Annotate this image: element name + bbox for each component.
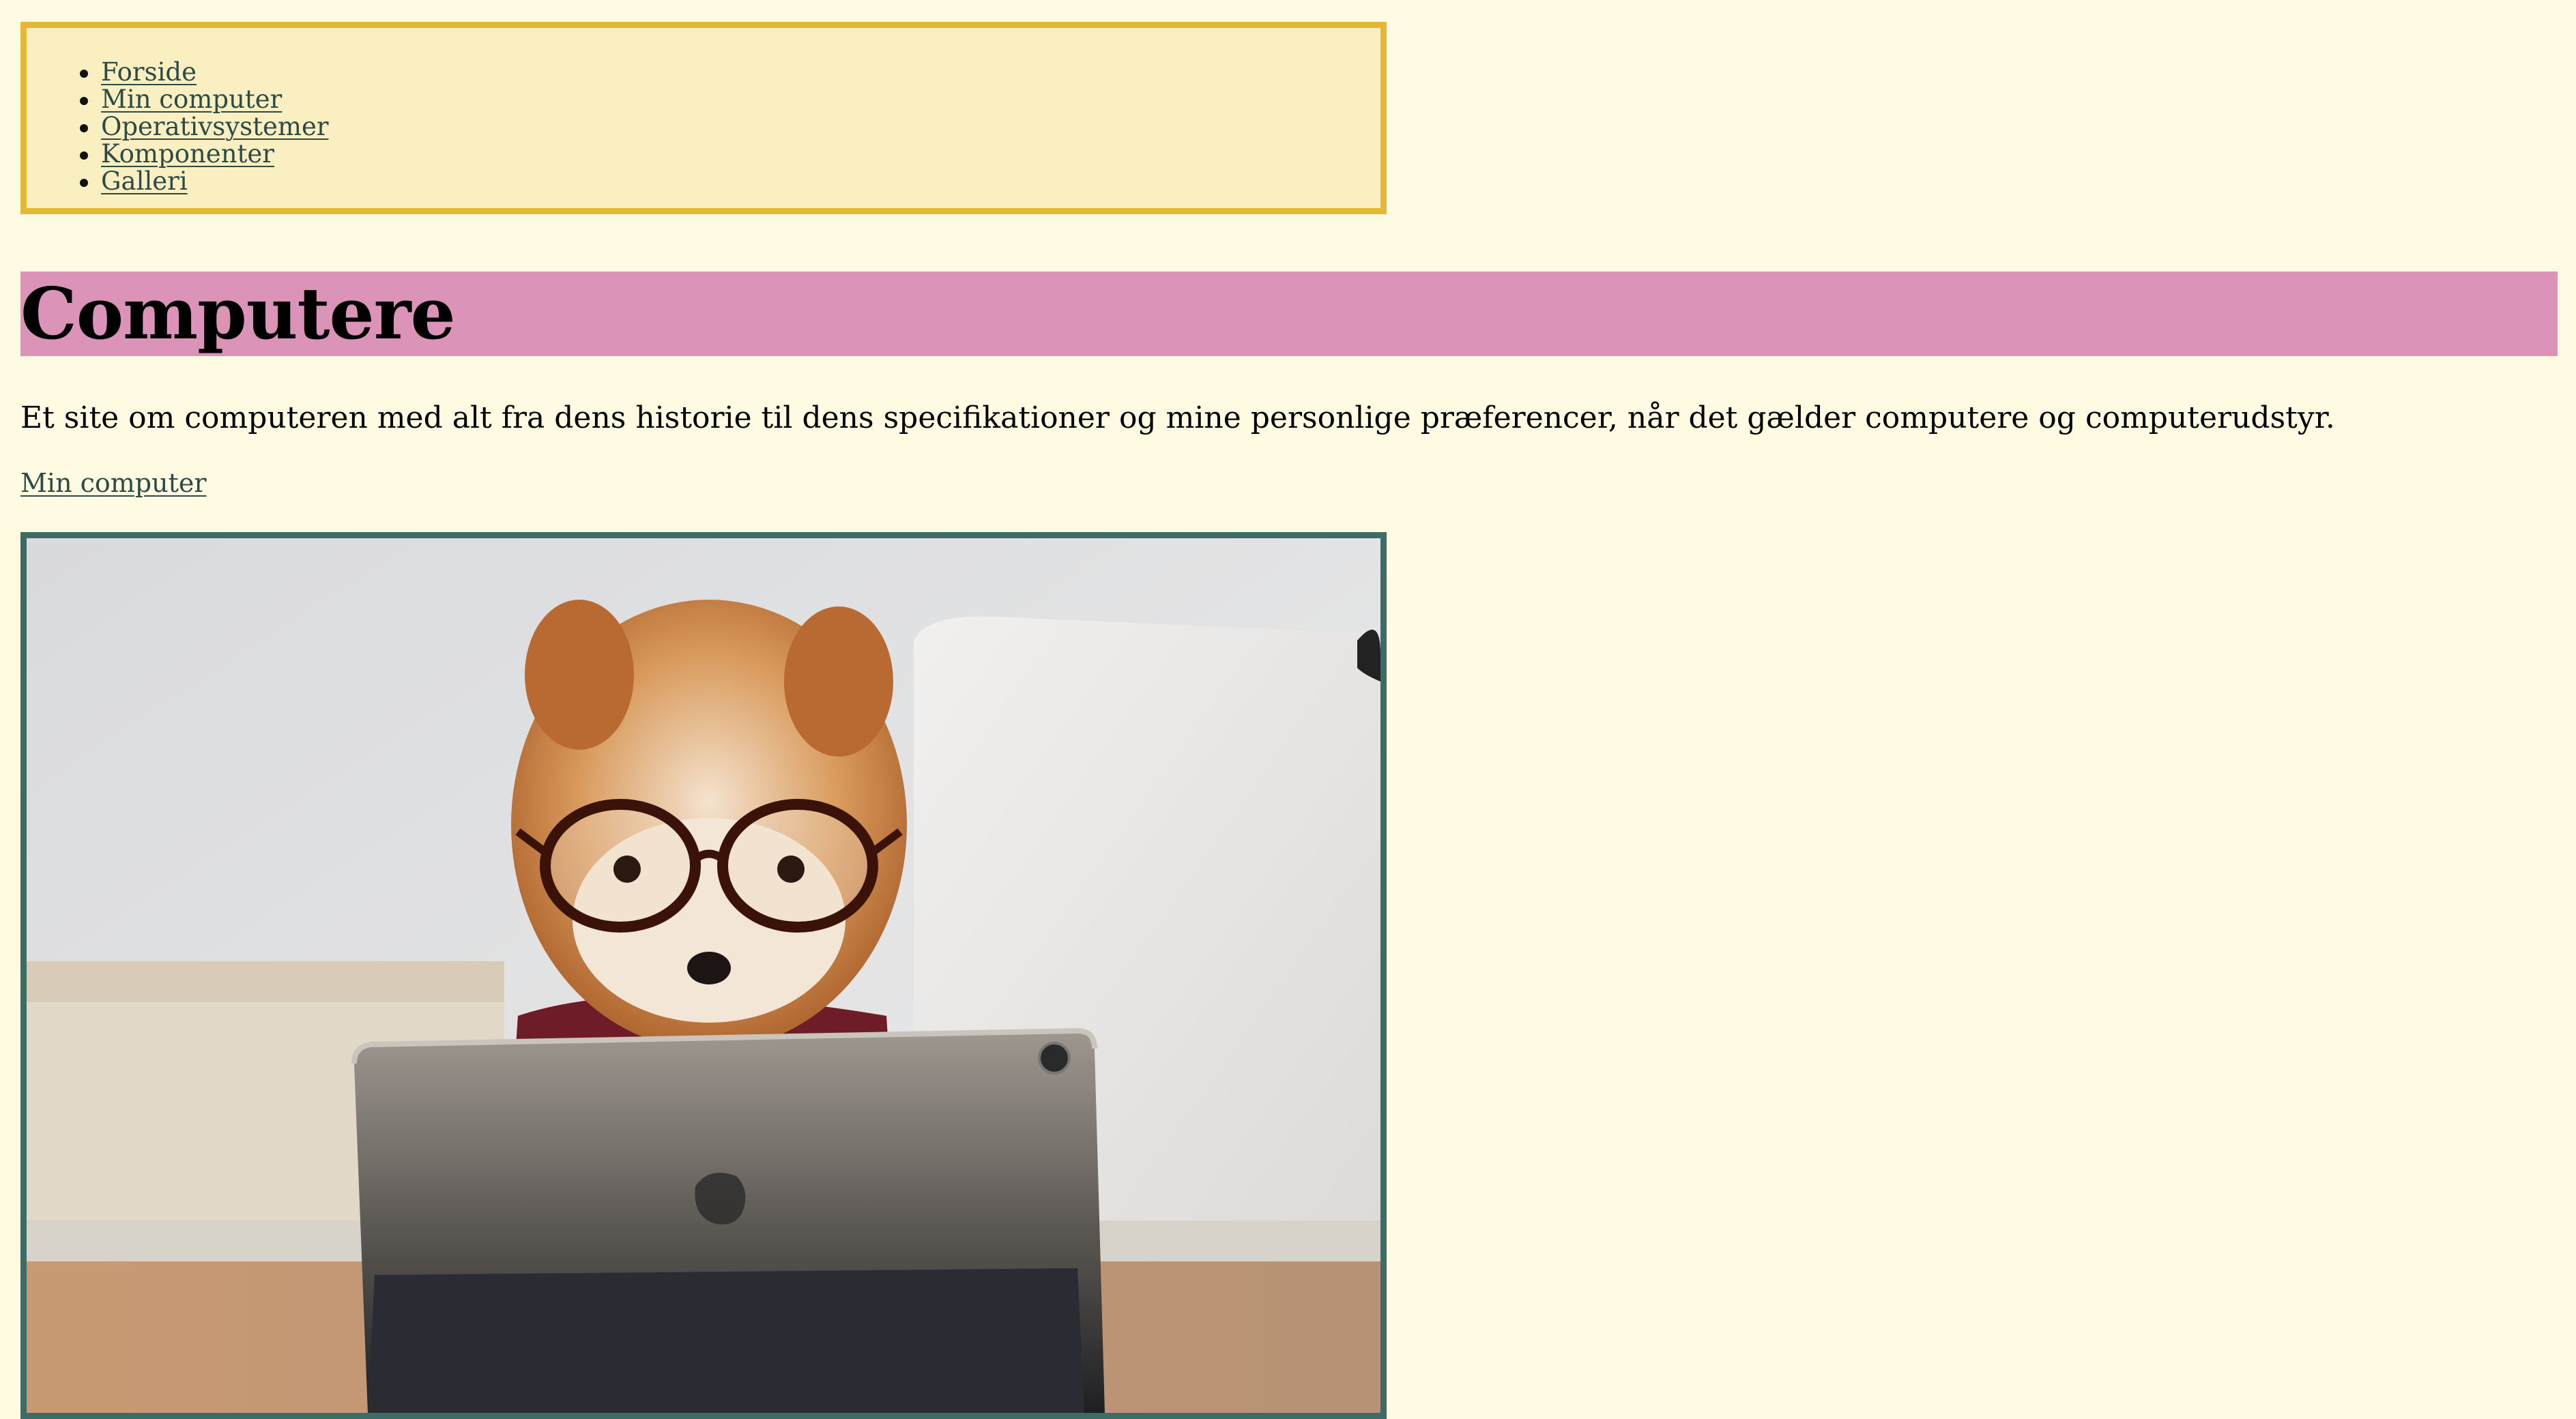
main-nav: Forside Min computer Operativsystemer Ko… (20, 22, 1387, 214)
nav-item-galleri: Galleri (80, 166, 329, 196)
nav-link-min-computer[interactable]: Min computer (101, 85, 282, 114)
nav-item-operativsystemer: Operativsystemer (80, 112, 329, 141)
nav-item-min-computer: Min computer (80, 85, 329, 114)
nav-item-komponenter: Komponenter (80, 139, 329, 169)
page-title: Computere (20, 272, 456, 355)
hero-image (20, 532, 1387, 1419)
link-line: Min computer (20, 466, 207, 500)
dog-with-tablet-photo (27, 538, 1380, 1413)
min-computer-link[interactable]: Min computer (20, 468, 207, 498)
page-header: Computere (20, 272, 2558, 356)
intro-text: Et site om computeren med alt fra dens h… (20, 400, 2335, 435)
nav-link-komponenter[interactable]: Komponenter (101, 139, 274, 169)
nav-link-operativsystemer[interactable]: Operativsystemer (101, 112, 329, 141)
nav-list: Forside Min computer Operativsystemer Ko… (80, 57, 329, 196)
nav-link-galleri[interactable]: Galleri (101, 166, 188, 196)
nav-link-forside[interactable]: Forside (101, 57, 197, 87)
nav-item-forside: Forside (80, 57, 329, 87)
